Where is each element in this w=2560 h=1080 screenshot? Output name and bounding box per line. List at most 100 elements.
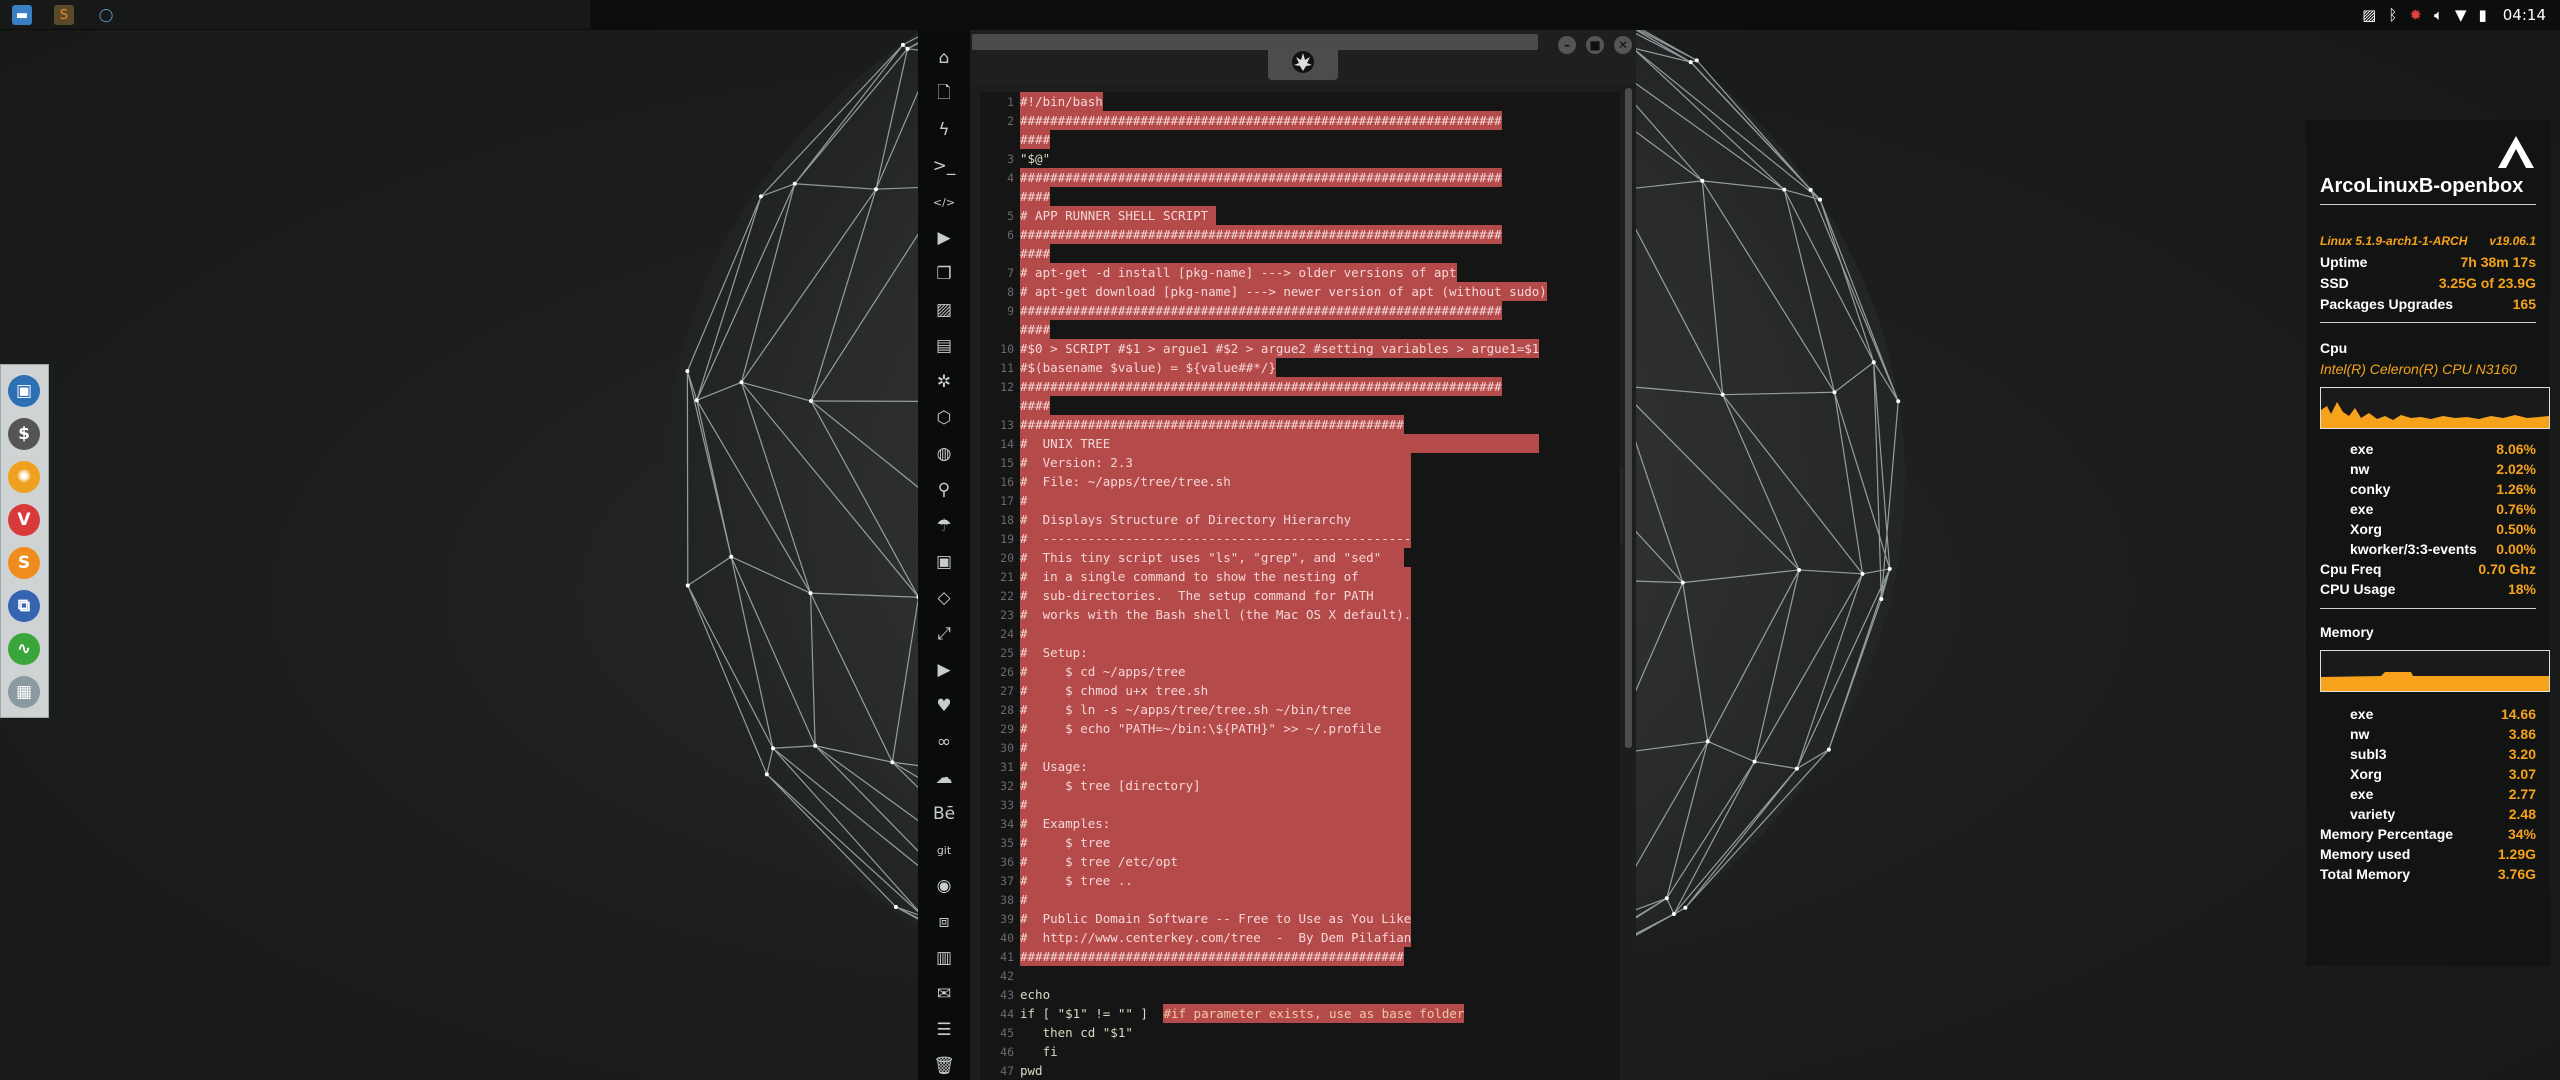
heart-icon[interactable]: ♥ (932, 694, 956, 718)
circle-icon[interactable]: ◯ (96, 5, 116, 25)
globe-icon[interactable]: ◍ (932, 442, 956, 466)
process-name: Xorg (2350, 766, 2382, 782)
code-line: 9 #######################################… (980, 301, 1502, 320)
line-text: # apt-get download [pkg-name] ---> newer… (1020, 282, 1547, 301)
line-comment: #if parameter exists, use as base folder (1163, 1004, 1465, 1023)
line-text: #### (1020, 244, 1051, 263)
code-line: 16 # File: ~/apps/tree/tree.sh (980, 472, 1412, 491)
line-text: pwd (1020, 1063, 1043, 1078)
battery-icon[interactable]: ▮ (2479, 6, 2487, 24)
mail-icon[interactable]: ✉ (932, 982, 956, 1006)
infinity-icon[interactable]: ∞ (932, 730, 956, 754)
contact-card-icon[interactable]: ▣ (932, 550, 956, 574)
line-text: ########################################… (1020, 225, 1502, 244)
process-value: 3.86 (2508, 726, 2536, 742)
code-line: 36 # $ tree /etc/opt (980, 852, 1412, 871)
line-text: if [ "$1" != "" ] (1020, 1006, 1163, 1021)
cpu-freq-value: 0.70 Ghz (2478, 561, 2536, 577)
close-button[interactable]: ✕ (1614, 36, 1632, 54)
process-value: 8.06% (2496, 441, 2536, 457)
app-window-icon[interactable]: ▣ (8, 375, 40, 407)
git-icon[interactable]: git (932, 838, 956, 862)
cpu-graph (2320, 387, 2550, 429)
gear-icon[interactable]: ✲ (932, 370, 956, 394)
rebel-alliance-icon (1268, 44, 1338, 80)
code-line: 3 "$@" (980, 149, 1050, 168)
server-icon[interactable]: ☰ (932, 1018, 956, 1042)
vivaldi-icon[interactable]: V (8, 504, 40, 536)
sublime-text-icon[interactable]: S (54, 5, 74, 25)
sublime-s-icon[interactable]: S (8, 547, 40, 579)
code-line: 8 # apt-get download [pkg-name] ---> newe… (980, 282, 1547, 301)
expand-icon[interactable]: ⤢ (932, 622, 956, 646)
image-icon[interactable]: ▨ (932, 298, 956, 322)
code-line: 32 # $ tree [directory] (980, 776, 1412, 795)
divider (2320, 322, 2536, 323)
search-icon[interactable]: ⚲ (932, 478, 956, 502)
grid-icon[interactable]: ▦ (8, 676, 40, 708)
process-row: Xorg 0.50% (2320, 520, 2536, 538)
line-text: #### (1020, 187, 1051, 206)
code-line: #### (980, 130, 1051, 149)
code-line: 42 (980, 966, 1020, 985)
code-icon[interactable]: </> (932, 190, 956, 214)
bolt-icon[interactable]: ϟ (932, 118, 956, 142)
clock[interactable]: 04:14 (2503, 6, 2546, 24)
umbrella-icon[interactable]: ☂ (932, 514, 956, 538)
image-icon[interactable]: ▨ (2362, 6, 2376, 24)
cubes-icon[interactable]: ⧈ (932, 910, 956, 934)
file-manager-icon[interactable]: ▬ (12, 5, 32, 25)
code-line: 29 # $ echo "PATH=~/bin:\${PATH}" >> ~/.p… (980, 719, 1412, 738)
wifi-icon[interactable]: ▼ (2455, 6, 2467, 24)
behance-icon[interactable]: Bē (932, 802, 956, 826)
file-icon[interactable]: 🗋 (932, 82, 956, 106)
settings-gear-icon[interactable]: ✺ (8, 461, 40, 493)
code-line: 40 # http://www.centerkey.com/tree - By D… (980, 928, 1412, 947)
youtube-icon[interactable]: ▶ (932, 658, 956, 682)
cloud-icon[interactable]: ☁ (932, 766, 956, 790)
github-icon[interactable]: ◉ (932, 874, 956, 898)
screenshot-icon[interactable]: ⧉ (8, 590, 40, 622)
diamond-code-icon[interactable]: ◇ (932, 586, 956, 610)
redshift-icon[interactable]: ✹ (2409, 6, 2422, 24)
line-text: # $ cd ~/apps/tree (1020, 662, 1412, 681)
system-monitor-icon[interactable]: ∿ (8, 633, 40, 665)
home-icon[interactable]: ⌂ (932, 46, 956, 70)
terminal-icon[interactable]: >_ (932, 154, 956, 178)
minimize-button[interactable]: – (1558, 36, 1576, 54)
bluetooth-icon[interactable]: ᛒ (2388, 6, 2397, 24)
process-name: nw (2350, 726, 2370, 742)
line-text: # --------------------------------------… (1020, 529, 1412, 548)
line-text: # Usage: (1020, 757, 1412, 776)
code-line: 35 # $ tree (980, 833, 1412, 852)
scrollbar[interactable] (1625, 88, 1632, 748)
line-text: #### (1020, 130, 1051, 149)
hexagon-icon[interactable]: ⬡ (932, 406, 956, 430)
process-value: 14.66 (2500, 706, 2536, 722)
map-icon[interactable]: ▥ (932, 946, 956, 970)
maximize-button[interactable]: ■ (1586, 36, 1604, 54)
process-row: exe 0.76% (2320, 500, 2536, 518)
taskbar: ▬ S ◯ (0, 0, 590, 29)
code-line: 14 # UNIX TREE (980, 434, 1540, 453)
process-row: subl3 3.20 (2320, 745, 2536, 763)
news-icon[interactable]: ▤ (932, 334, 956, 358)
code-editor[interactable]: 1 #!/bin/bash 2 ###########################… (980, 92, 1620, 1080)
volume-icon[interactable]: 🔈︎ (2434, 6, 2443, 24)
line-number: 39 (1000, 912, 1014, 926)
copy-icon[interactable]: ❐ (932, 262, 956, 286)
play-icon[interactable]: ▶ (932, 226, 956, 250)
packages-row: Packages Upgrades 165 (2320, 295, 2536, 313)
process-name: exe (2350, 706, 2374, 722)
line-number: 18 (1000, 513, 1014, 527)
line-text: #$0 > SCRIPT #$1 > argue1 #$2 > argue2 #… (1020, 339, 1540, 358)
line-text: #$(basename $value) = ${value##*/} (1020, 358, 1276, 377)
line-text: #### (1020, 396, 1051, 415)
trash-icon[interactable]: 🗑 (932, 1054, 956, 1078)
line-text: "$@" (1020, 151, 1051, 166)
terminal-dollar-icon[interactable]: $ (8, 418, 40, 450)
window-titlebar[interactable]: – ■ ✕ (970, 30, 1636, 85)
ssd-label: SSD (2320, 275, 2349, 291)
total-memory-value: 3.76G (2497, 866, 2536, 882)
uptime-row: Uptime 7h 38m 17s (2320, 253, 2536, 271)
